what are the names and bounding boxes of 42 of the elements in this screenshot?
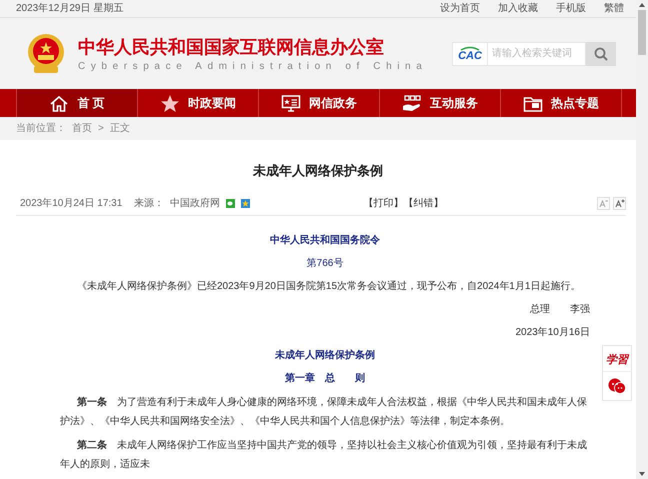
- wechat-share-icon[interactable]: [226, 198, 235, 208]
- nav-tab[interactable]: 时政要闻: [137, 89, 258, 117]
- star-share-icon[interactable]: [240, 198, 250, 208]
- nav-tab[interactable]: 网信政务: [258, 89, 379, 117]
- top-link[interactable]: 手机版: [556, 1, 586, 16]
- cac-logo: CAC: [452, 42, 488, 66]
- breadcrumb-label: 当前位置：: [16, 122, 66, 136]
- article-clause: 第一条 为了营造有利于未成年人身心健康的网络环境，保障未成年人合法权益，根据《中华人民共和国未成年人保护法》、《中华人民共和国网络安全法》、《中华人民共和国个人信息保护法》等法律，制定本条例。: [60, 396, 588, 429]
- article-clause: 第二条 未成年人网络保护工作应当坚持中国共产党的领导，坚持以社会主义核心价值观为引领，坚持最有利于未成年人的原则，适应未: [60, 438, 588, 472]
- search-field[interactable]: 请输入检索关键词: [488, 42, 586, 66]
- breadcrumb-separator: >: [98, 122, 104, 134]
- top-link[interactable]: 繁體: [604, 1, 624, 16]
- home-icon: [49, 94, 70, 113]
- top-link[interactable]: 加入收藏: [498, 1, 538, 16]
- site-subtitle: Cyberspace Administration of China: [78, 61, 428, 72]
- signing-date: 2023年10月16日: [514, 326, 590, 340]
- site-title: 中华人民共和国国家互联网信息办公室: [78, 36, 385, 60]
- top-link[interactable]: 设为首页: [440, 1, 480, 16]
- nav-tab[interactable]: 互动服务: [379, 89, 500, 117]
- source-label: 来源：: [132, 196, 164, 210]
- order-number: 第766号: [306, 257, 344, 271]
- body-paragraph: 《未成年人网络保护条例》已经2023年9月20日国务院第15次常务会议通过，现予公布，自2024年1月1日起施行。: [76, 280, 582, 294]
- section-heading: 未成年人网络保护条例: [274, 348, 376, 363]
- star-icon: [160, 94, 180, 113]
- font-increase-icon[interactable]: [613, 196, 626, 210]
- current-date: 2023年12月29日 星期五: [16, 2, 124, 16]
- section-heading: 中华人民共和国国务院令: [269, 234, 381, 248]
- monitor-icon: [281, 94, 301, 113]
- emblem-icon: [26, 32, 66, 75]
- signature-line: 总理 李强: [529, 302, 590, 317]
- hand-icon: [402, 94, 422, 113]
- nav-tab[interactable]: 首 页: [16, 89, 137, 117]
- article-action-link[interactable]: 【纠错】: [403, 198, 444, 209]
- article-action-link[interactable]: 【打印】: [363, 198, 404, 209]
- search-icon: [594, 46, 608, 61]
- wechat-icon[interactable]: [608, 378, 626, 394]
- publish-date: 2023年10月24日 17:31: [20, 197, 122, 210]
- search-button[interactable]: [586, 42, 616, 66]
- section-heading: 第一章 总 则: [284, 371, 366, 386]
- source-name: 中国政府网: [170, 196, 220, 210]
- article-title: 未成年人网络保护条例: [252, 162, 384, 180]
- nav-tab[interactable]: 热点专题: [500, 89, 622, 117]
